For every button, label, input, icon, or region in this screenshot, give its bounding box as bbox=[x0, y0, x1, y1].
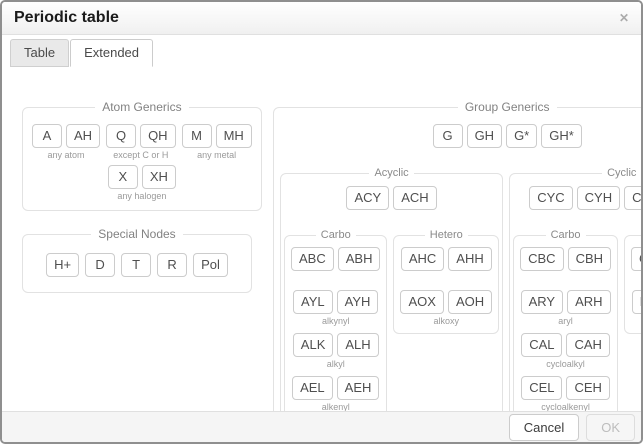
btn-cah[interactable]: CAH bbox=[566, 333, 609, 357]
acyclic-legend: Acyclic bbox=[369, 167, 413, 179]
cyclic-hetero-section: Hetero CHC CHH bbox=[624, 229, 643, 334]
any-atom-group: A AH any atom bbox=[32, 124, 100, 161]
atom-generics-legend: Atom Generics bbox=[95, 100, 188, 114]
cancel-button[interactable]: Cancel bbox=[509, 414, 579, 441]
page-title: Periodic table bbox=[14, 9, 119, 27]
group-caption: alkyl bbox=[327, 358, 345, 370]
group-caption: any halogen bbox=[117, 190, 166, 202]
group-caption: aryl bbox=[558, 315, 573, 327]
atom-generics-section: Atom Generics A AH any atom Q QH bbox=[22, 100, 262, 211]
btn-d[interactable]: D bbox=[85, 253, 115, 277]
btn-mh[interactable]: MH bbox=[216, 124, 252, 148]
acyclic-carbo-legend: Carbo bbox=[316, 229, 356, 241]
btn-cbh[interactable]: CBH bbox=[568, 247, 611, 271]
dialog-content: Atom Generics A AH any atom Q QH bbox=[2, 67, 641, 432]
btn-cxx[interactable]: CXX bbox=[624, 186, 643, 210]
except-c-or-h-group: Q QH except C or H bbox=[106, 124, 176, 161]
cyclic-legend: Cyclic bbox=[602, 167, 641, 179]
btn-cyh[interactable]: CYH bbox=[577, 186, 620, 210]
btn-xh[interactable]: XH bbox=[142, 165, 176, 189]
acyclic-cyclic-columns: Acyclic ACY ACH bbox=[280, 167, 643, 425]
any-metal-group: M MH any metal bbox=[182, 124, 252, 161]
btn-qh[interactable]: QH bbox=[140, 124, 176, 148]
btn-t[interactable]: T bbox=[121, 253, 151, 277]
btn-chc[interactable]: CHC bbox=[631, 247, 643, 271]
atom-generics-row-1: A AH any atom Q QH except C or H bbox=[29, 122, 255, 163]
btn-aox[interactable]: AOX bbox=[400, 290, 443, 314]
acyclic-section: Acyclic ACY ACH bbox=[280, 167, 503, 425]
btn-cbc[interactable]: CBC bbox=[520, 247, 563, 271]
group-caption: alkoxy bbox=[434, 315, 460, 327]
btn-a[interactable]: A bbox=[32, 124, 62, 148]
btn-ahc[interactable]: AHC bbox=[401, 247, 444, 271]
periodic-table-dialog: Periodic table ✕ Table Extended Atom Gen… bbox=[0, 0, 643, 444]
atom-generics-row-2: X XH any halogen bbox=[29, 163, 255, 204]
btn-ceh[interactable]: CEH bbox=[566, 376, 609, 400]
btn-cel[interactable]: CEL bbox=[521, 376, 562, 400]
btn-ahh[interactable]: AHH bbox=[448, 247, 491, 271]
btn-pol[interactable]: Pol bbox=[193, 253, 228, 277]
btn-r[interactable]: R bbox=[157, 253, 187, 277]
btn-gh-star[interactable]: GH* bbox=[541, 124, 582, 148]
acyclic-hetero-section: Hetero AHC AHH bbox=[393, 229, 499, 334]
tab-table[interactable]: Table bbox=[10, 39, 69, 67]
btn-cal[interactable]: CAL bbox=[521, 333, 562, 357]
group-generics-section: Group Generics G GH G* GH* Acy bbox=[273, 100, 643, 432]
special-nodes-legend: Special Nodes bbox=[91, 227, 182, 241]
btn-h-plus[interactable]: H+ bbox=[46, 253, 79, 277]
dialog-header: Periodic table ✕ bbox=[2, 2, 641, 35]
btn-ach[interactable]: ACH bbox=[393, 186, 436, 210]
group-generics-legend: Group Generics bbox=[458, 100, 557, 114]
btn-acy[interactable]: ACY bbox=[346, 186, 389, 210]
btn-har[interactable]: HAR bbox=[632, 290, 643, 314]
btn-g-star[interactable]: G* bbox=[506, 124, 537, 148]
special-nodes-row: H+ D T R Pol bbox=[29, 253, 245, 277]
btn-arh[interactable]: ARH bbox=[567, 290, 610, 314]
dialog-footer: Cancel OK bbox=[2, 411, 641, 442]
tab-extended[interactable]: Extended bbox=[70, 39, 153, 67]
tab-bar: Table Extended bbox=[2, 35, 641, 67]
btn-aeh[interactable]: AEH bbox=[337, 376, 380, 400]
group-caption: any atom bbox=[48, 149, 85, 161]
btn-alh[interactable]: ALH bbox=[337, 333, 378, 357]
group-generics-row: G GH G* GH* bbox=[280, 122, 643, 163]
any-halogen-group: X XH any halogen bbox=[108, 165, 176, 202]
btn-abh[interactable]: ABH bbox=[338, 247, 381, 271]
right-column: Group Generics G GH G* GH* Acy bbox=[273, 100, 643, 432]
cyclic-carbo-section: Carbo CBC CBH bbox=[513, 229, 618, 420]
acyclic-carbo-section: Carbo ABC ABH bbox=[284, 229, 387, 420]
group-caption: alkynyl bbox=[322, 315, 350, 327]
btn-ael[interactable]: AEL bbox=[292, 376, 333, 400]
left-column: Atom Generics A AH any atom Q QH bbox=[22, 100, 252, 293]
btn-ah[interactable]: AH bbox=[66, 124, 100, 148]
cyclic-section: Cyclic CYC CYH CXX bbox=[509, 167, 643, 425]
group-caption: except C or H bbox=[113, 149, 168, 161]
btn-alk[interactable]: ALK bbox=[293, 333, 334, 357]
btn-abc[interactable]: ABC bbox=[291, 247, 334, 271]
btn-x[interactable]: X bbox=[108, 165, 138, 189]
acyclic-hetero-legend: Hetero bbox=[425, 229, 468, 241]
special-nodes-section: Special Nodes H+ D T R Pol bbox=[22, 227, 252, 293]
btn-gh[interactable]: GH bbox=[467, 124, 503, 148]
btn-cyc[interactable]: CYC bbox=[529, 186, 572, 210]
group-caption: any metal bbox=[197, 149, 236, 161]
btn-ary[interactable]: ARY bbox=[521, 290, 564, 314]
ok-button[interactable]: OK bbox=[586, 414, 635, 441]
btn-aoh[interactable]: AOH bbox=[448, 290, 492, 314]
cyclic-carbo-legend: Carbo bbox=[546, 229, 586, 241]
btn-g[interactable]: G bbox=[433, 124, 463, 148]
group-caption: cycloalkyl bbox=[546, 358, 585, 370]
btn-m[interactable]: M bbox=[182, 124, 212, 148]
btn-ayl[interactable]: AYL bbox=[293, 290, 333, 314]
btn-ayh[interactable]: AYH bbox=[337, 290, 379, 314]
close-icon[interactable]: ✕ bbox=[619, 12, 629, 24]
btn-q[interactable]: Q bbox=[106, 124, 136, 148]
